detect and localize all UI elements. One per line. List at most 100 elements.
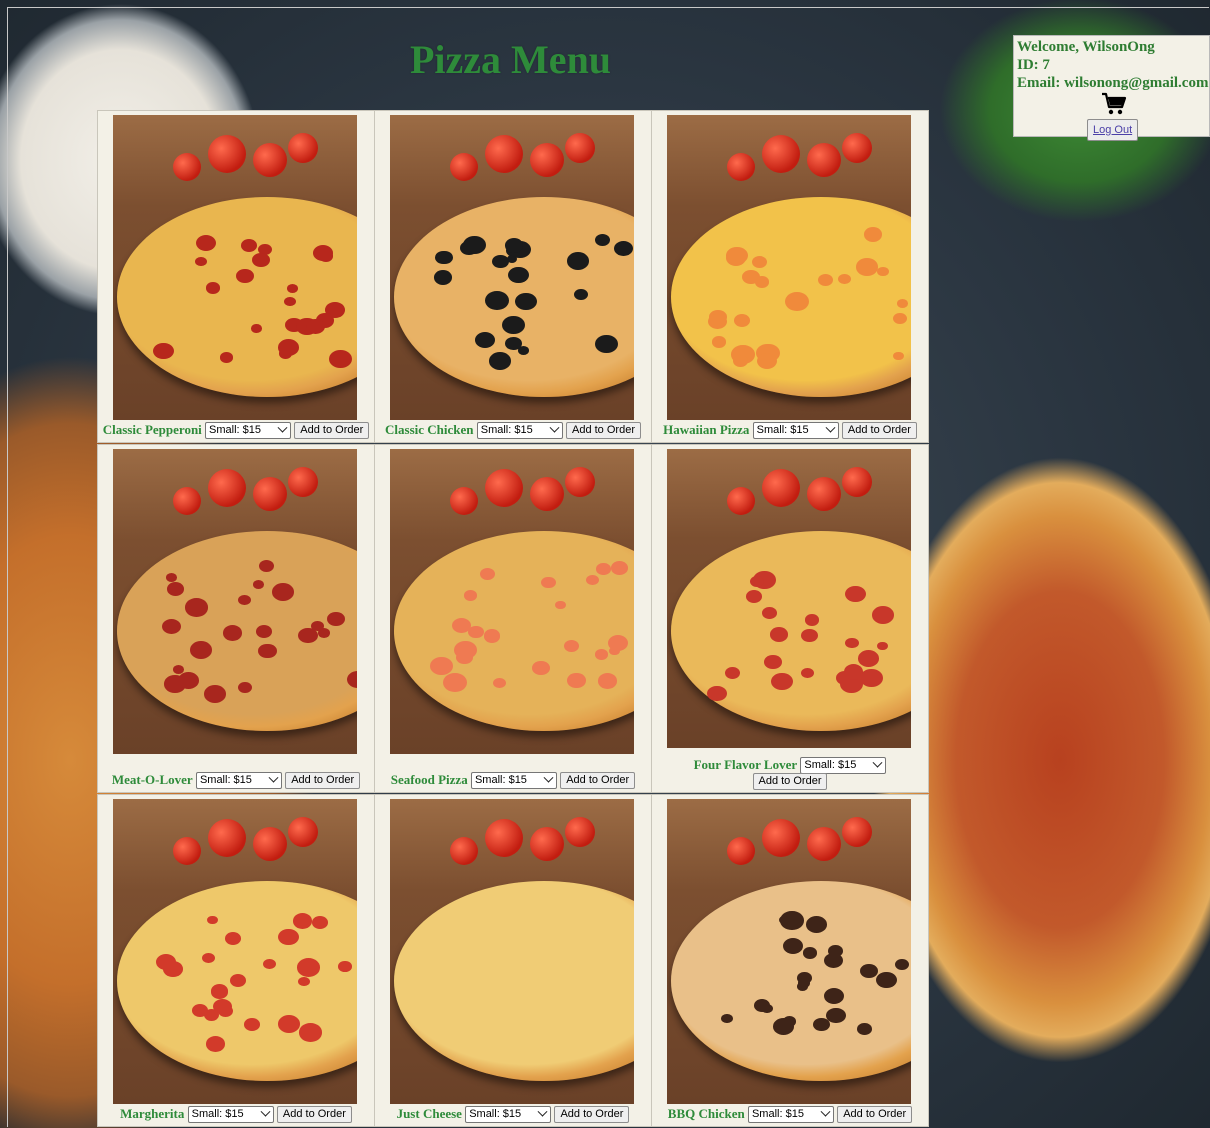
tomato-garnish [288,817,318,847]
pizza-name: Meat-O-Lover [111,772,193,788]
tomato-garnish [530,827,564,861]
pizza-image [390,449,634,754]
chevron-down-icon [820,1106,831,1117]
size-select[interactable]: Small: $15 [205,421,292,439]
pizza-image [667,449,911,748]
size-select[interactable]: Small: $15 [476,421,563,439]
pizza-name: Seafood Pizza [390,772,468,788]
pizza-topping [277,1015,300,1033]
add-to-order-button[interactable]: Add to Order [837,1105,913,1123]
pizza-card: Margherita Small: $15 Add to Order [97,794,375,1127]
pizza-topping [733,354,749,367]
pizza-topping [856,1023,872,1036]
pizza-topping [451,617,471,633]
user-id-text: ID: 7 [1017,57,1050,73]
pizza-topping [574,288,589,300]
pizza-topping [610,561,628,575]
size-select-value: Small: $15 [199,773,252,786]
pizza-topping [326,611,345,627]
pizza-image [390,799,634,1104]
pizza-caption: Margherita Small: $15 Add to Order [98,1105,374,1123]
pizza-image [113,799,357,1104]
pizza-name: Margherita [120,1106,185,1122]
size-select[interactable]: Small: $15 [195,771,282,789]
pizza-topping [843,664,864,680]
size-select[interactable]: Small: $15 [187,1105,274,1123]
pizza-image [113,449,357,754]
pizza-name: Classic Pepperoni [102,422,202,438]
tomato-garnish [530,143,564,177]
tomato-garnish [288,133,318,163]
pizza-pie [671,531,911,731]
pizza-topping [505,336,522,350]
pizza-topping [725,666,741,679]
pizza-topping [284,296,296,306]
pizza-topping [271,583,295,601]
pizza-topping [236,268,254,283]
size-select[interactable]: Small: $15 [747,1105,834,1123]
pizza-topping [764,655,782,670]
pizza-topping [772,1017,794,1035]
tomato-garnish [288,467,318,497]
pizza-image [667,799,911,1104]
pizza-pie [394,881,634,1081]
pizza-topping [586,574,600,586]
tomato-garnish [565,133,595,163]
pizza-topping [263,958,277,969]
add-to-order-button[interactable]: Add to Order [276,1105,352,1123]
tomato-garnish [208,469,246,507]
add-to-order-button[interactable]: Add to Order [554,1105,630,1123]
pizza-card: Just Cheese Small: $15 Add to Order [374,794,652,1127]
add-to-order-button[interactable]: Add to Order [566,421,641,439]
tomato-garnish [208,819,246,857]
tomato-garnish [762,469,800,507]
tomato-garnish [253,827,287,861]
tomato-garnish [727,153,755,181]
pizza-topping [823,987,844,1004]
pizza-topping [312,916,328,930]
add-to-order-button[interactable]: Add to Order [560,771,636,789]
pizza-topping [251,324,263,333]
pizza-topping [243,1018,260,1031]
tomato-garnish [807,827,841,861]
pizza-topping [894,958,909,971]
pizza-name: Classic Chicken [385,422,474,438]
pizza-topping [194,257,207,267]
pizza-topping [707,685,727,701]
tomato-garnish [208,135,246,173]
pizza-card: Hawaiian Pizza Small: $15 Add to Order [651,110,929,443]
add-to-order-button[interactable]: Add to Order [752,772,828,790]
tomato-garnish [727,487,755,515]
pizza-caption: Classic Pepperoni Small: $15 Add to Orde… [98,421,374,439]
size-select-value: Small: $15 [191,1107,244,1120]
add-to-order-button[interactable]: Add to Order [841,421,917,439]
pizza-name: Four Flavor Lover [693,757,798,773]
pizza-topping [338,961,352,972]
pizza-topping [203,684,227,703]
size-select[interactable]: Small: $15 [470,771,557,789]
add-to-order-button[interactable]: Add to Order [285,771,361,789]
pizza-topping [872,606,895,624]
pizza-topping [876,971,897,988]
shopping-cart-icon[interactable] [1101,92,1127,116]
pizza-topping [771,672,793,690]
add-to-order-button[interactable]: Add to Order [294,421,370,439]
pizza-topping [567,673,586,688]
pizza-card: Classic Chicken Small: $15 Add to Order [374,110,652,443]
size-select[interactable]: Small: $15 [752,421,839,439]
size-select-value: Small: $15 [756,423,809,436]
pizza-topping [745,589,762,603]
pizza-card: Four Flavor Lover Small: $15 Add to Order [651,444,929,793]
logout-button[interactable]: Log Out [1087,119,1139,141]
pizza-card: Meat-O-Lover Small: $15 Add to Order [97,444,375,793]
pizza-card: Seafood Pizza Small: $15 Add to Order [374,444,652,793]
pizza-pie [394,531,634,731]
pizza-topping [863,226,883,242]
pizza-topping [802,947,818,959]
pizza-topping [734,314,751,327]
pizza-topping [192,1004,209,1017]
pizza-topping [508,266,529,284]
size-select[interactable]: Small: $15 [800,756,887,774]
size-select[interactable]: Small: $15 [465,1105,552,1123]
pizza-caption: Four Flavor Lover Small: $15 [652,756,928,774]
